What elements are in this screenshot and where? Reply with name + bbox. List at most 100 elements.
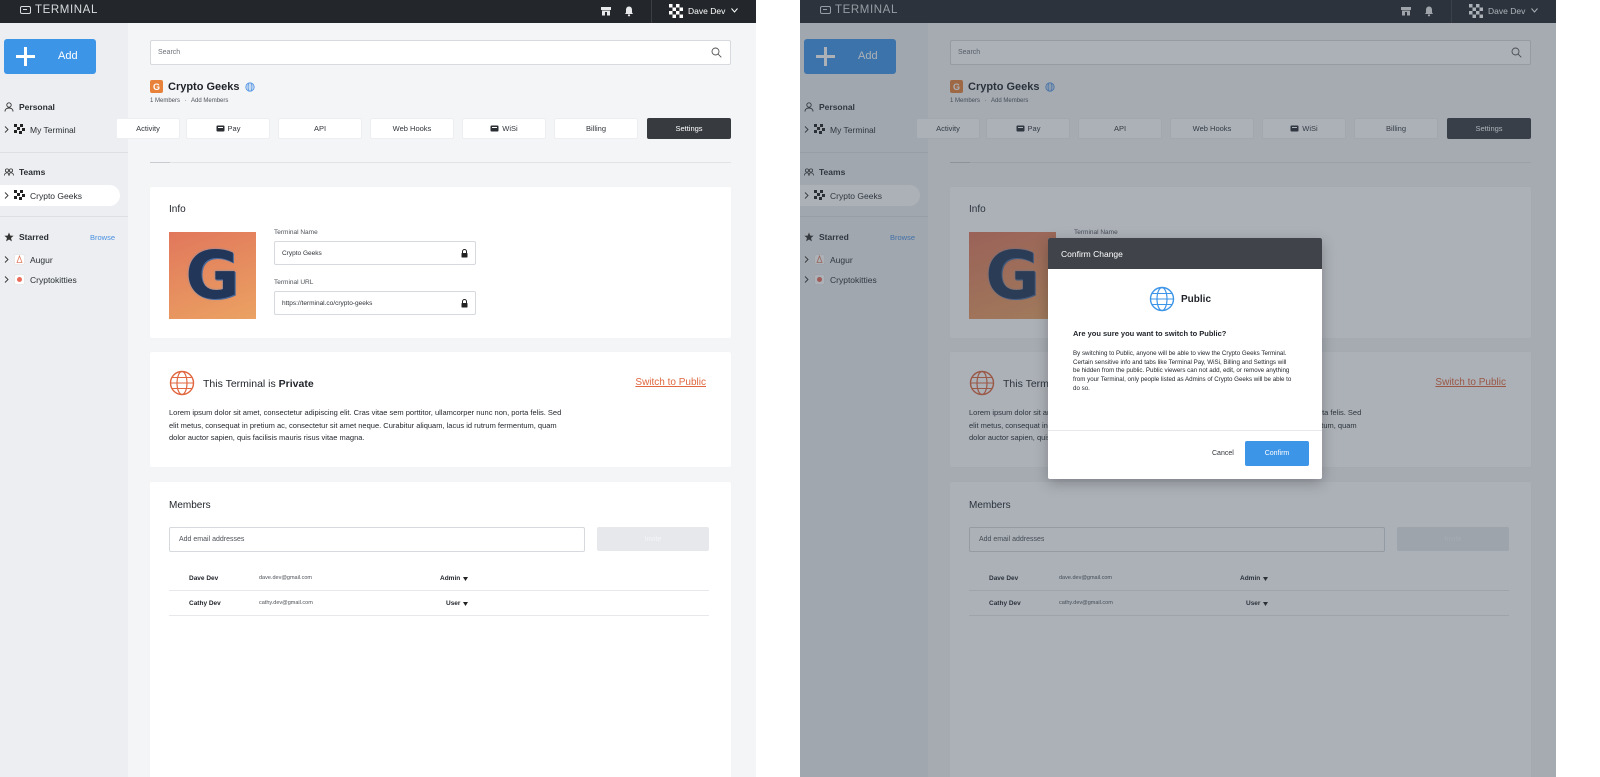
member-role-select[interactable]: User <box>446 600 469 607</box>
members-title: Members <box>169 500 211 511</box>
sidebar-item-crypto-geeks[interactable]: Crypto Geeks <box>0 185 120 206</box>
invite-button[interactable]: Invite <box>597 527 709 551</box>
tab-api[interactable]: API <box>278 118 362 139</box>
dialog-body: By switching to Public, anyone will be a… <box>1073 350 1292 392</box>
sidebar-item-my-terminal-label: My Terminal <box>30 124 76 135</box>
dialog-divider <box>1048 430 1322 431</box>
dialog-question: Are you sure you want to switch to Publi… <box>1073 329 1227 338</box>
search-icon[interactable] <box>711 47 722 58</box>
privacy-status-prefix: This Terminal is <box>203 378 279 390</box>
caret-down-icon <box>463 601 469 606</box>
chevron-right-icon <box>4 276 9 283</box>
members-card: Members Add email addresses Invite Dave … <box>150 482 731 777</box>
add-button[interactable]: Add <box>4 39 96 74</box>
settings-screen: TERMINAL Dave Dev Add Personal My Termin… <box>0 0 756 777</box>
globe-icon <box>244 81 255 92</box>
checker-avatar-icon <box>14 124 25 134</box>
dialog-header: Confirm Change <box>1048 238 1322 269</box>
terminal-name-label: Terminal Name <box>274 229 318 236</box>
terminal-logo-letter: G <box>185 237 240 314</box>
team-meta: 1 Members · Add Members <box>150 98 228 104</box>
user-avatar-icon[interactable] <box>669 4 683 18</box>
tab-pay-label: Pay <box>227 124 241 133</box>
tab-bar: Activity Pay API Web Hooks WiSi Billing … <box>116 118 756 139</box>
privacy-card: This Terminal is Private Switch to Publi… <box>150 352 731 467</box>
confirm-button[interactable]: Confirm <box>1245 441 1309 466</box>
terminal-pay-icon <box>216 125 225 132</box>
team-avatar: G <box>150 80 163 93</box>
tab-billing[interactable]: Billing <box>554 118 638 139</box>
chevron-down-icon[interactable] <box>731 8 738 13</box>
checker-avatar-icon <box>14 190 25 200</box>
globe-icon <box>1149 286 1175 312</box>
chevron-right-icon <box>4 126 9 133</box>
terminal-name-value: Crypto Geeks <box>282 250 322 257</box>
privacy-status-value: Private <box>278 378 314 390</box>
tab-pay[interactable]: Pay <box>186 118 270 139</box>
sidebar-divider <box>0 216 128 217</box>
terminal-url-value: https://terminal.co/crypto-geeks <box>282 300 373 307</box>
members-count[interactable]: 1 Members <box>150 98 180 104</box>
section-teams: Teams <box>4 167 45 177</box>
member-role-value: Admin <box>440 575 461 582</box>
terminal-logo-icon <box>20 6 31 14</box>
team-header: G Crypto Geeks <box>150 80 255 93</box>
team-name: Crypto Geeks <box>168 80 240 93</box>
info-card: Info G Terminal Name Crypto Geeks Termin… <box>150 187 731 338</box>
globe-icon <box>169 370 195 396</box>
add-email-placeholder: Add email addresses <box>179 536 245 543</box>
user-menu-name[interactable]: Dave Dev <box>688 6 725 16</box>
tab-wisi[interactable]: WiSi <box>462 118 546 139</box>
tab-web-hooks[interactable]: Web Hooks <box>370 118 454 139</box>
section-starred-label: Starred <box>19 232 49 242</box>
star-icon <box>4 232 14 242</box>
sidebar-item-cryptokitties[interactable]: Cryptokitties <box>4 274 77 285</box>
plus-icon <box>16 47 35 66</box>
tab-activity-label: Activity <box>136 124 160 133</box>
cancel-button[interactable]: Cancel <box>1212 450 1234 457</box>
chevron-right-icon <box>4 256 9 263</box>
browse-link[interactable]: Browse <box>90 233 115 242</box>
terminal-logo-image[interactable]: G <box>169 232 256 319</box>
sidebar-divider <box>0 152 128 153</box>
tab-web-hooks-label: Web Hooks <box>392 124 432 133</box>
search-placeholder: Search <box>158 49 181 56</box>
settings-screen-with-modal: TERMINAL Dave Dev Add Personal My Termin… <box>800 0 1556 777</box>
app-logo[interactable]: TERMINAL <box>20 4 98 16</box>
privacy-status: This Terminal is Private <box>203 378 314 390</box>
member-email: dave.dev@gmail.com <box>259 575 312 581</box>
switch-to-public-link[interactable]: Switch to Public <box>635 377 706 388</box>
member-name: Cathy Dev <box>189 600 221 607</box>
search-input[interactable]: Search <box>150 40 731 65</box>
lock-icon <box>461 249 468 258</box>
add-email-input[interactable]: Add email addresses <box>169 527 585 552</box>
main-content: Search G Crypto Geeks 1 Members · Add Me… <box>116 23 756 777</box>
member-role-select[interactable]: Admin <box>440 575 469 582</box>
section-starred: Starred <box>4 232 49 242</box>
privacy-description: Lorem ipsum dolor sit amet, consectetur … <box>169 408 562 442</box>
bell-icon[interactable] <box>623 5 635 17</box>
top-bar-divider <box>651 0 652 23</box>
sidebar: Add Personal My Terminal Teams Crypto Ge… <box>0 23 128 777</box>
confirm-change-dialog: Confirm Change Public Are you sure you w… <box>1048 238 1322 479</box>
sidebar-item-my-terminal[interactable]: My Terminal <box>4 124 76 135</box>
section-personal-label: Personal <box>19 102 55 112</box>
terminal-url-label: Terminal URL <box>274 279 314 286</box>
store-icon[interactable] <box>600 5 612 17</box>
top-bar: TERMINAL Dave Dev <box>0 0 756 23</box>
dialog-title: Confirm Change <box>1061 249 1123 259</box>
tab-divider <box>150 162 731 163</box>
tab-activity[interactable]: Activity <box>116 118 180 139</box>
member-name: Dave Dev <box>189 575 219 582</box>
tab-settings[interactable]: Settings <box>647 118 731 139</box>
add-members-link[interactable]: Add Members <box>191 98 228 104</box>
app-logo-text: TERMINAL <box>35 4 98 16</box>
terminal-url-field[interactable]: https://terminal.co/crypto-geeks <box>274 291 476 315</box>
add-button-label: Add <box>58 50 78 62</box>
sidebar-item-augur[interactable]: Augur <box>4 254 53 265</box>
section-teams-label: Teams <box>19 167 46 177</box>
member-email: cathy.dev@gmail.com <box>259 600 313 606</box>
terminal-name-field[interactable]: Crypto Geeks <box>274 241 476 265</box>
member-row: Cathy Dev cathy.dev@gmail.com User <box>169 592 709 616</box>
dialog-heading: Public <box>1181 294 1212 305</box>
